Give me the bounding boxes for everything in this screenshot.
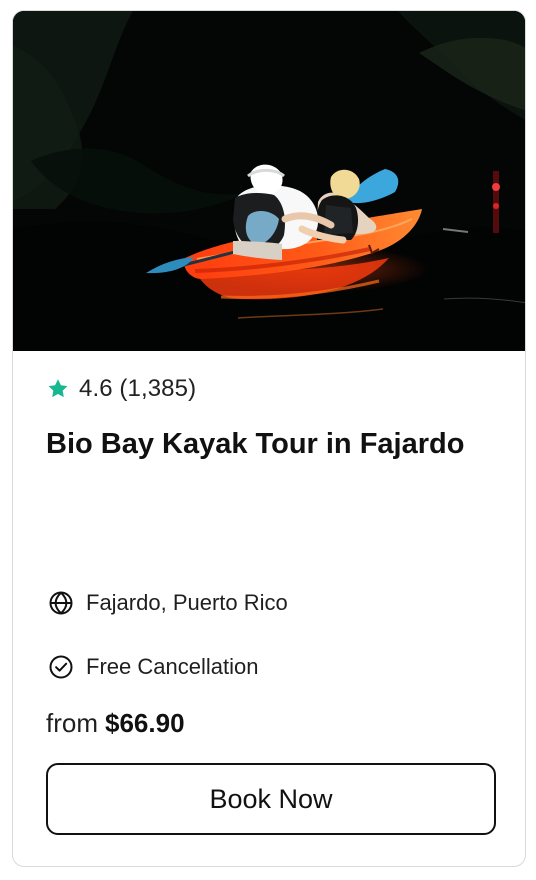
- price-prefix: from: [46, 708, 98, 738]
- tour-card[interactable]: 4.6 (1,385) Bio Bay Kayak Tour in Fajard…: [12, 10, 526, 867]
- rating-row: 4.6 (1,385): [46, 371, 196, 407]
- check-circle-icon: [48, 654, 74, 680]
- location-feature: Fajardo, Puerto Rico: [48, 587, 288, 619]
- rating-text: 4.6 (1,385): [79, 375, 197, 402]
- book-now-button[interactable]: Book Now: [46, 763, 496, 835]
- tour-title[interactable]: Bio Bay Kayak Tour in Fajardo: [46, 426, 496, 462]
- globe-icon: [48, 590, 74, 616]
- price-row: from $66.90: [46, 708, 185, 746]
- price-value: $66.90: [105, 708, 185, 738]
- star-icon: [46, 377, 70, 401]
- night-kayak-image: [13, 11, 525, 351]
- tour-photo[interactable]: [13, 11, 525, 351]
- cancellation-feature: Free Cancellation: [48, 651, 258, 683]
- location-text: Fajardo, Puerto Rico: [86, 590, 288, 615]
- cancellation-text: Free Cancellation: [86, 654, 259, 679]
